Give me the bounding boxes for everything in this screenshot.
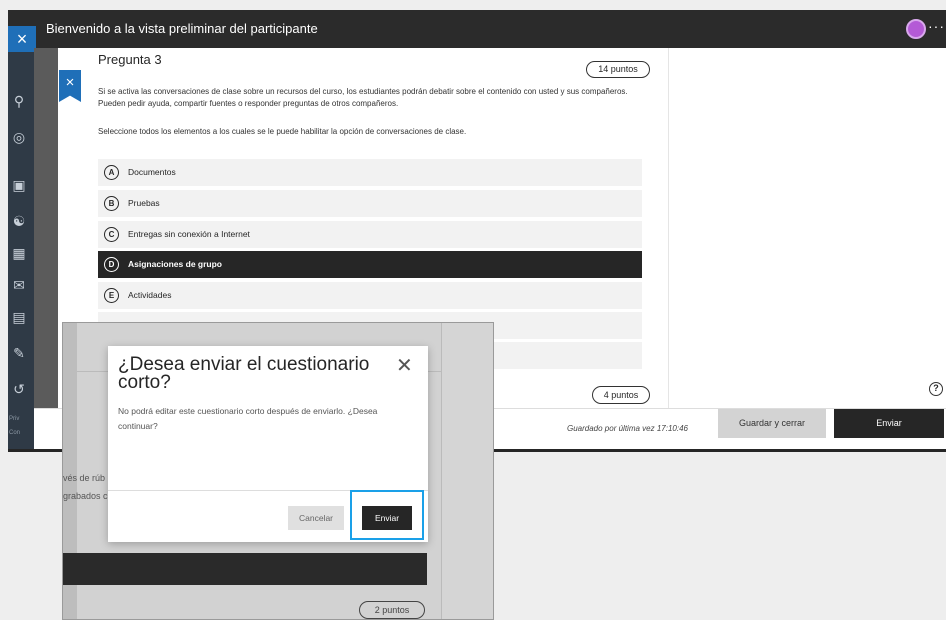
- option-letter: A: [104, 165, 119, 180]
- courses-icon[interactable]: ▣: [10, 176, 28, 194]
- option-label: Actividades: [128, 290, 172, 300]
- close-preview-icon[interactable]: ×: [8, 26, 36, 52]
- user-icon[interactable]: ⚲: [10, 92, 28, 110]
- preview-header: Bienvenido a la vista preliminar del par…: [8, 10, 946, 48]
- option-label: Pruebas: [128, 198, 160, 208]
- mail-icon[interactable]: ✉: [10, 276, 28, 294]
- question-title: Pregunta 3: [98, 52, 162, 67]
- last-saved-text: Guardado por última vez 17:10:46: [567, 424, 688, 433]
- dialog-title: ¿Desea enviar el cuestionario corto?: [118, 354, 370, 393]
- question-points-badge: 14 puntos: [586, 61, 650, 78]
- background-text: grabados c: [63, 491, 108, 501]
- help-icon[interactable]: ?: [929, 382, 943, 396]
- logout-icon[interactable]: ↺: [10, 380, 28, 398]
- question-instruction: Seleccione todos los elementos a los cua…: [98, 127, 467, 136]
- save-and-close-button[interactable]: Guardar y cerrar: [718, 409, 826, 438]
- answer-option-e[interactable]: E Actividades: [98, 282, 642, 309]
- globe-icon[interactable]: ◎: [10, 128, 28, 146]
- answer-option-b[interactable]: B Pruebas: [98, 190, 642, 217]
- option-label: Entregas sin conexión a Internet: [128, 229, 250, 239]
- question-text: Si se activa las conversaciones de clase…: [98, 87, 628, 108]
- close-icon[interactable]: ✕: [396, 356, 413, 376]
- answer-option-a[interactable]: A Documentos: [98, 159, 642, 186]
- background-right-pane: [441, 323, 493, 619]
- grades-icon[interactable]: ▤: [10, 308, 28, 326]
- option-letter: D: [104, 257, 119, 272]
- right-pane: [668, 48, 946, 408]
- option-label: Asignaciones de grupo: [128, 259, 222, 269]
- answer-option-c[interactable]: C Entregas sin conexión a Internet: [98, 221, 642, 248]
- background-selected-option: [63, 553, 427, 585]
- cancel-button[interactable]: Cancelar: [288, 506, 344, 530]
- highlight-box: [350, 490, 424, 540]
- edit-icon[interactable]: ✎: [10, 344, 28, 362]
- dialog-message: No podrá editar este cuestionario corto …: [118, 406, 378, 431]
- contact-link[interactable]: Con: [9, 430, 20, 436]
- option-label: Documentos: [128, 167, 176, 177]
- more-icon[interactable]: ···: [928, 18, 945, 34]
- answer-option-d[interactable]: D Asignaciones de grupo: [98, 251, 642, 278]
- option-letter: E: [104, 288, 119, 303]
- groups-icon[interactable]: ☯: [10, 212, 28, 230]
- side-navigation: ⚲ ◎ ▣ ☯ ▦ ✉ ▤ ✎ ↺ Priv Con: [8, 10, 34, 452]
- avatar-icon[interactable]: [906, 19, 926, 39]
- option-letter: C: [104, 227, 119, 242]
- option-letter: B: [104, 196, 119, 211]
- background-points-badge: 2 puntos: [359, 601, 425, 619]
- next-question-points-badge: 4 puntos: [592, 386, 650, 404]
- page-title: Bienvenido a la vista preliminar del par…: [46, 21, 318, 36]
- dimmed-background: [34, 48, 58, 408]
- privacy-link[interactable]: Priv: [9, 416, 19, 422]
- calendar-icon[interactable]: ▦: [10, 244, 28, 262]
- background-text: vés de rúb: [63, 473, 106, 483]
- submit-button[interactable]: Enviar: [834, 409, 944, 438]
